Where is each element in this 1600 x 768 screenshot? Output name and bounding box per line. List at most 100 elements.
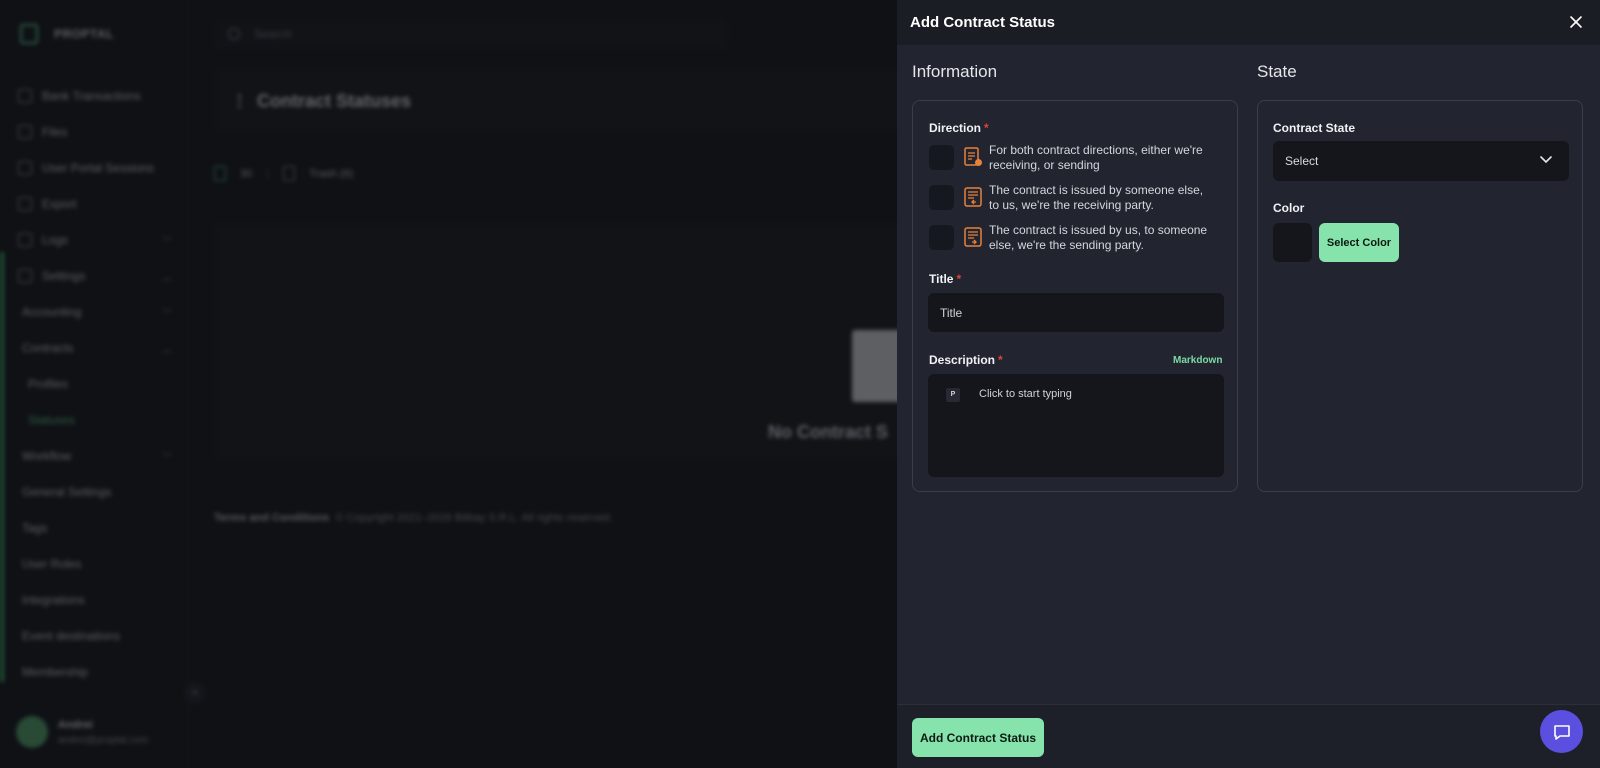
direction-radio-both[interactable] — [929, 145, 954, 170]
drawer-header: Add Contract Status — [897, 0, 1600, 45]
sidebar-item-membership[interactable]: Membership — [18, 654, 178, 690]
chat-button[interactable] — [1540, 710, 1583, 753]
sidebar-item-tags[interactable]: Tags — [18, 510, 178, 546]
sidebar-item-user-portal-sessions[interactable]: User Portal Sessions — [18, 150, 178, 186]
sidebar-item-contracts[interactable]: Contracts ︿ — [18, 330, 178, 366]
direction-option-text: For both contract directions, either we'… — [989, 143, 1203, 172]
user-profile[interactable]: Andrei andrei@proptal.com — [16, 716, 148, 748]
chat-icon — [1553, 724, 1570, 740]
search-icon — [228, 28, 240, 40]
description-label-text: Description — [929, 353, 996, 367]
sidebar-item-logs[interactable]: Logs ﹀ — [18, 222, 178, 258]
color-swatch[interactable] — [1273, 223, 1312, 262]
sidebar-item-label: User Roles — [22, 557, 82, 571]
contract-state-select[interactable]: Select — [1273, 141, 1569, 181]
collapse-sidebar-icon[interactable]: < — [184, 682, 206, 704]
chevron-down-icon: ﹀ — [162, 452, 172, 464]
user-email: andrei@proptal.com — [58, 734, 149, 746]
direction-option-text: The contract is issued by us, to someone… — [989, 223, 1208, 252]
sidebar-item-user-roles[interactable]: User Roles — [18, 546, 178, 582]
drawer-title: Add Contract Status — [910, 14, 1056, 31]
document-icon[interactable] — [214, 166, 226, 181]
trash-icon[interactable] — [283, 166, 296, 181]
required-marker: * — [956, 272, 962, 286]
sidebar-item-label: Tags — [22, 521, 48, 535]
avatar — [16, 716, 48, 748]
chevron-up-icon: ︿ — [162, 344, 172, 356]
description-editor[interactable]: P Click to start typing — [928, 374, 1224, 477]
description-placeholder: Click to start typing — [979, 388, 1072, 400]
required-marker: * — [984, 121, 989, 135]
chevron-down-icon: ﹀ — [162, 236, 172, 248]
sidebar-active-indicator — [0, 252, 4, 682]
contract-sending-icon — [964, 227, 982, 247]
sidebar-item-event-destinations[interactable]: Event destinations — [18, 618, 178, 654]
sidebar-item-label: General Settings — [22, 485, 112, 499]
sidebar-item-workflow[interactable]: Workflow ﹀ — [18, 438, 178, 474]
nav-icon — [18, 125, 32, 139]
more-options-icon[interactable] — [238, 94, 241, 108]
sidebar-item-label: Bank Transactions — [42, 89, 141, 103]
brand: PROPTAL — [20, 24, 114, 44]
sidebar-item-accounting[interactable]: Accounting ﹀ — [18, 294, 178, 330]
add-contract-status-button[interactable]: Add Contract Status — [912, 718, 1044, 757]
sidebar-item-label: Export — [42, 197, 77, 211]
information-panel: Direction * For both contract directions,… — [912, 100, 1238, 492]
contract-receiving-icon — [964, 187, 982, 207]
nav-icon — [18, 197, 32, 211]
paragraph-badge[interactable]: P — [946, 388, 960, 402]
sidebar-item-profiles[interactable]: Profiles — [18, 366, 178, 402]
state-panel: Contract State Select Color Select Color — [1257, 100, 1583, 492]
page-footer: Terms and Conditions © Copyright 2021–20… — [214, 512, 613, 524]
sidebar-item-label: User Portal Sessions — [42, 161, 155, 175]
nav-icon — [18, 89, 32, 103]
sidebar-item-integrations[interactable]: Integrations — [18, 582, 178, 618]
direction-option-text: The contract is issued by someone else, … — [989, 183, 1204, 212]
page-title: Contract Statuses — [257, 90, 412, 111]
sidebar-item-bank-transactions[interactable]: Bank Transactions — [18, 78, 178, 114]
direction-label-text: Direction — [929, 121, 982, 135]
page-header: Contract Statuses — [214, 68, 904, 134]
trash-label[interactable]: Trash (6) — [309, 168, 353, 180]
sidebar-item-general-settings[interactable]: General Settings — [18, 474, 178, 510]
sidebar-item-label: Files — [42, 125, 68, 139]
direction-option-receiving[interactable]: The contract is issued by someone else, … — [929, 183, 1211, 213]
chevron-up-icon: ︿ — [162, 272, 172, 284]
direction-option-both[interactable]: For both contract directions, either we'… — [929, 143, 1211, 173]
contract-state-label: Contract State — [1273, 121, 1356, 135]
sidebar-item-label: Profiles — [28, 377, 69, 391]
select-color-button[interactable]: Select Color — [1319, 223, 1399, 262]
sidebar-item-label: Event destinations — [22, 629, 121, 643]
copyright-text: © Copyright 2021–2026 Bitbay S.R.L. All … — [335, 512, 613, 524]
sidebar-nav: Bank Transactions Files User Portal Sessio… — [18, 78, 178, 690]
direction-radio-receiving[interactable] — [929, 185, 954, 210]
sidebar-item-label: Statuses — [28, 413, 75, 427]
nav-icon — [18, 161, 32, 175]
description-label: Description * — [929, 353, 1003, 367]
sidebar-item-label: Integrations — [22, 593, 85, 607]
brand-name: PROPTAL — [54, 27, 114, 41]
sidebar-item-export[interactable]: Export — [18, 186, 178, 222]
direction-option-sending[interactable]: The contract is issued by us, to someone… — [929, 223, 1211, 253]
sidebar-item-settings[interactable]: Settings ︿ — [18, 258, 178, 294]
markdown-toggle[interactable]: Markdown — [1173, 355, 1222, 366]
close-icon[interactable] — [1566, 12, 1586, 32]
sidebar-item-label: Settings — [42, 269, 86, 283]
user-name: Andrei — [58, 718, 93, 731]
brand-logo-icon — [20, 24, 38, 44]
sidebar-item-files[interactable]: Files — [18, 114, 178, 150]
sidebar-item-label: Workflow — [22, 449, 72, 463]
empty-state-text: No Contract S — [768, 422, 889, 442]
title-input[interactable]: Title — [928, 293, 1224, 332]
sidebar: PROPTAL Bank Transactions Files User Porta… — [0, 0, 206, 768]
sidebar-item-label: Accounting — [22, 305, 82, 319]
required-marker: * — [998, 353, 1003, 367]
sidebar-item-label: Logs — [42, 233, 69, 247]
sidebar-item-statuses[interactable]: Statuses — [18, 402, 178, 438]
global-search-input[interactable]: Search — [214, 18, 729, 50]
title-label-text: Title — [929, 272, 954, 286]
terms-link[interactable]: Terms and Conditions — [214, 512, 329, 524]
sidebar-item-label: Membership — [22, 665, 89, 679]
contract-state-value: Select — [1285, 154, 1319, 168]
direction-radio-sending[interactable] — [929, 225, 954, 250]
